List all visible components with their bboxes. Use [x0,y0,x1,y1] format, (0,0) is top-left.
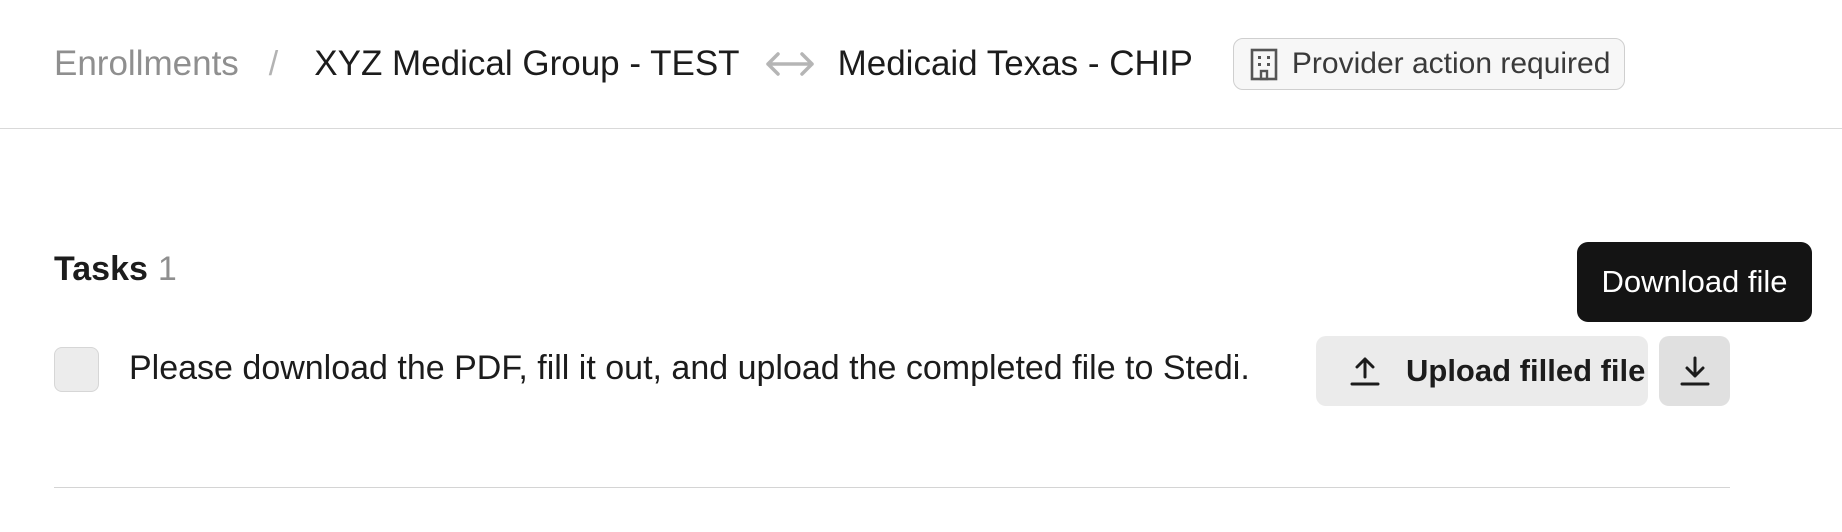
upload-icon [1348,354,1382,388]
task-checkbox[interactable] [54,347,99,392]
task-description: Please download the PDF, fill it out, an… [129,349,1250,387]
upload-button-label: Upload filled file [1406,353,1646,388]
download-icon [1678,354,1712,388]
tooltip-text: Download file [1601,264,1788,299]
breadcrumb: Enrollments / XYZ Medical Group - TEST M… [54,36,1626,92]
status-badge: Provider action required [1232,38,1626,90]
breadcrumb-enrollments-link[interactable]: Enrollments [54,44,239,84]
page-header: Enrollments / XYZ Medical Group - TEST M… [0,0,1842,129]
download-file-tooltip: Download file [1577,242,1812,322]
download-file-button[interactable] [1659,336,1730,406]
arrows-left-right-icon [764,44,816,84]
breadcrumb-separator: / [268,44,279,83]
building-icon [1246,46,1282,82]
tasks-count: 1 [157,250,177,288]
page: Enrollments / XYZ Medical Group - TEST M… [0,0,1842,532]
task-row: Please download the PDF, fill it out, an… [54,336,1730,488]
breadcrumb-provider-name: XYZ Medical Group - TEST [314,44,740,83]
upload-filled-file-button[interactable]: Upload filled file [1316,336,1648,406]
tasks-heading: Tasks 1 [54,250,177,289]
status-badge-label: Provider action required [1291,47,1611,80]
tasks-title: Tasks [54,250,148,288]
breadcrumb-payer-name: Medicaid Texas - CHIP [837,44,1193,83]
